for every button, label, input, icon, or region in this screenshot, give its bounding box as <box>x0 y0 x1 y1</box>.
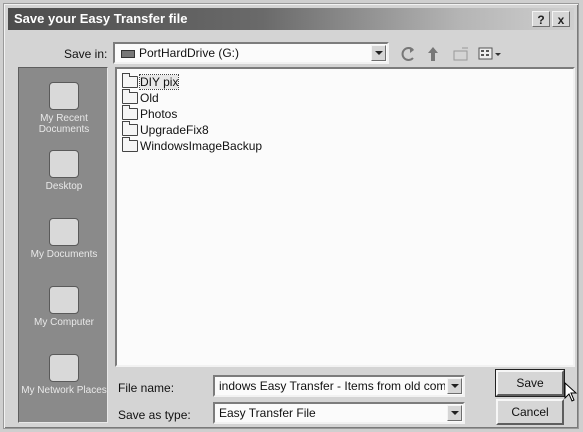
folder-item[interactable]: UpgradeFix8 <box>122 121 209 138</box>
places-bar: My Recent Documents Desktop My Documents… <box>18 67 108 423</box>
my-documents-icon <box>49 218 79 246</box>
chevron-down-icon <box>450 411 459 415</box>
folder-name: WindowsImageBackup <box>140 139 263 153</box>
view-menu-icon[interactable] <box>476 44 506 64</box>
folder-icon <box>122 89 138 104</box>
mouse-cursor-icon <box>564 382 578 402</box>
save-in-dropdown-button[interactable] <box>371 45 386 61</box>
place-label: My Computer <box>33 317 94 328</box>
new-folder-icon[interactable] <box>450 44 472 64</box>
back-icon[interactable] <box>397 44 419 64</box>
drive-icon <box>121 49 135 58</box>
close-button[interactable]: x <box>552 11 570 27</box>
recent-documents-icon <box>49 82 79 110</box>
place-network-places[interactable]: My Network Places <box>19 354 109 396</box>
save-dialog: Save your Easy Transfer file ? x Save in… <box>3 3 579 429</box>
file-list[interactable]: DIY pix Old Photos UpgradeFix8 WindowsIm… <box>115 67 575 367</box>
save-as-type-dropdown-button[interactable] <box>447 405 462 421</box>
up-one-level-icon[interactable] <box>422 44 444 64</box>
help-button[interactable]: ? <box>532 11 550 27</box>
place-label: Desktop <box>45 181 83 192</box>
save-as-type-select[interactable]: Easy Transfer File <box>213 402 465 424</box>
folder-name: Photos <box>140 107 178 121</box>
file-name-dropdown-button[interactable] <box>447 378 462 394</box>
place-my-documents[interactable]: My Documents <box>19 218 109 260</box>
folder-item[interactable]: Old <box>122 89 159 106</box>
folder-item[interactable]: DIY pix <box>122 73 180 90</box>
save-button[interactable]: Save <box>495 369 565 397</box>
place-label: My Network Places <box>21 385 107 396</box>
save-as-type-label: Save as type: <box>118 408 191 422</box>
folder-name: DIY pix <box>138 74 180 90</box>
folder-item[interactable]: WindowsImageBackup <box>122 137 263 154</box>
folder-icon <box>122 73 138 88</box>
network-places-icon <box>49 354 79 382</box>
file-name-input[interactable]: indows Easy Transfer - Items from old co… <box>213 375 465 397</box>
place-label: My Recent Documents <box>38 113 90 135</box>
folder-name: UpgradeFix8 <box>140 123 209 137</box>
cancel-button[interactable]: Cancel <box>496 399 564 425</box>
folder-icon <box>122 137 138 152</box>
folder-icon <box>122 121 138 136</box>
place-label: My Documents <box>30 249 98 260</box>
file-name-label: File name: <box>118 381 175 395</box>
file-name-value: indows Easy Transfer - Items from old co… <box>219 379 445 393</box>
chevron-down-icon <box>450 384 459 388</box>
desktop-icon <box>49 150 79 178</box>
place-desktop[interactable]: Desktop <box>19 150 109 192</box>
save-as-type-value: Easy Transfer File <box>219 406 316 420</box>
chevron-down-icon <box>374 51 383 55</box>
place-my-computer[interactable]: My Computer <box>19 286 109 328</box>
save-in-value: PortHardDrive (G:) <box>139 46 240 60</box>
title-bar[interactable]: Save your Easy Transfer file ? x <box>8 8 574 30</box>
folder-name: Old <box>140 91 159 105</box>
my-computer-icon <box>49 286 79 314</box>
folder-icon <box>122 105 138 120</box>
folder-item[interactable]: Photos <box>122 105 178 122</box>
save-in-combo[interactable]: PortHardDrive (G:) <box>113 42 389 64</box>
save-in-label: Save in: <box>64 47 108 61</box>
dialog-title: Save your Easy Transfer file <box>14 11 188 26</box>
place-recent-documents[interactable]: My Recent Documents <box>19 82 109 135</box>
